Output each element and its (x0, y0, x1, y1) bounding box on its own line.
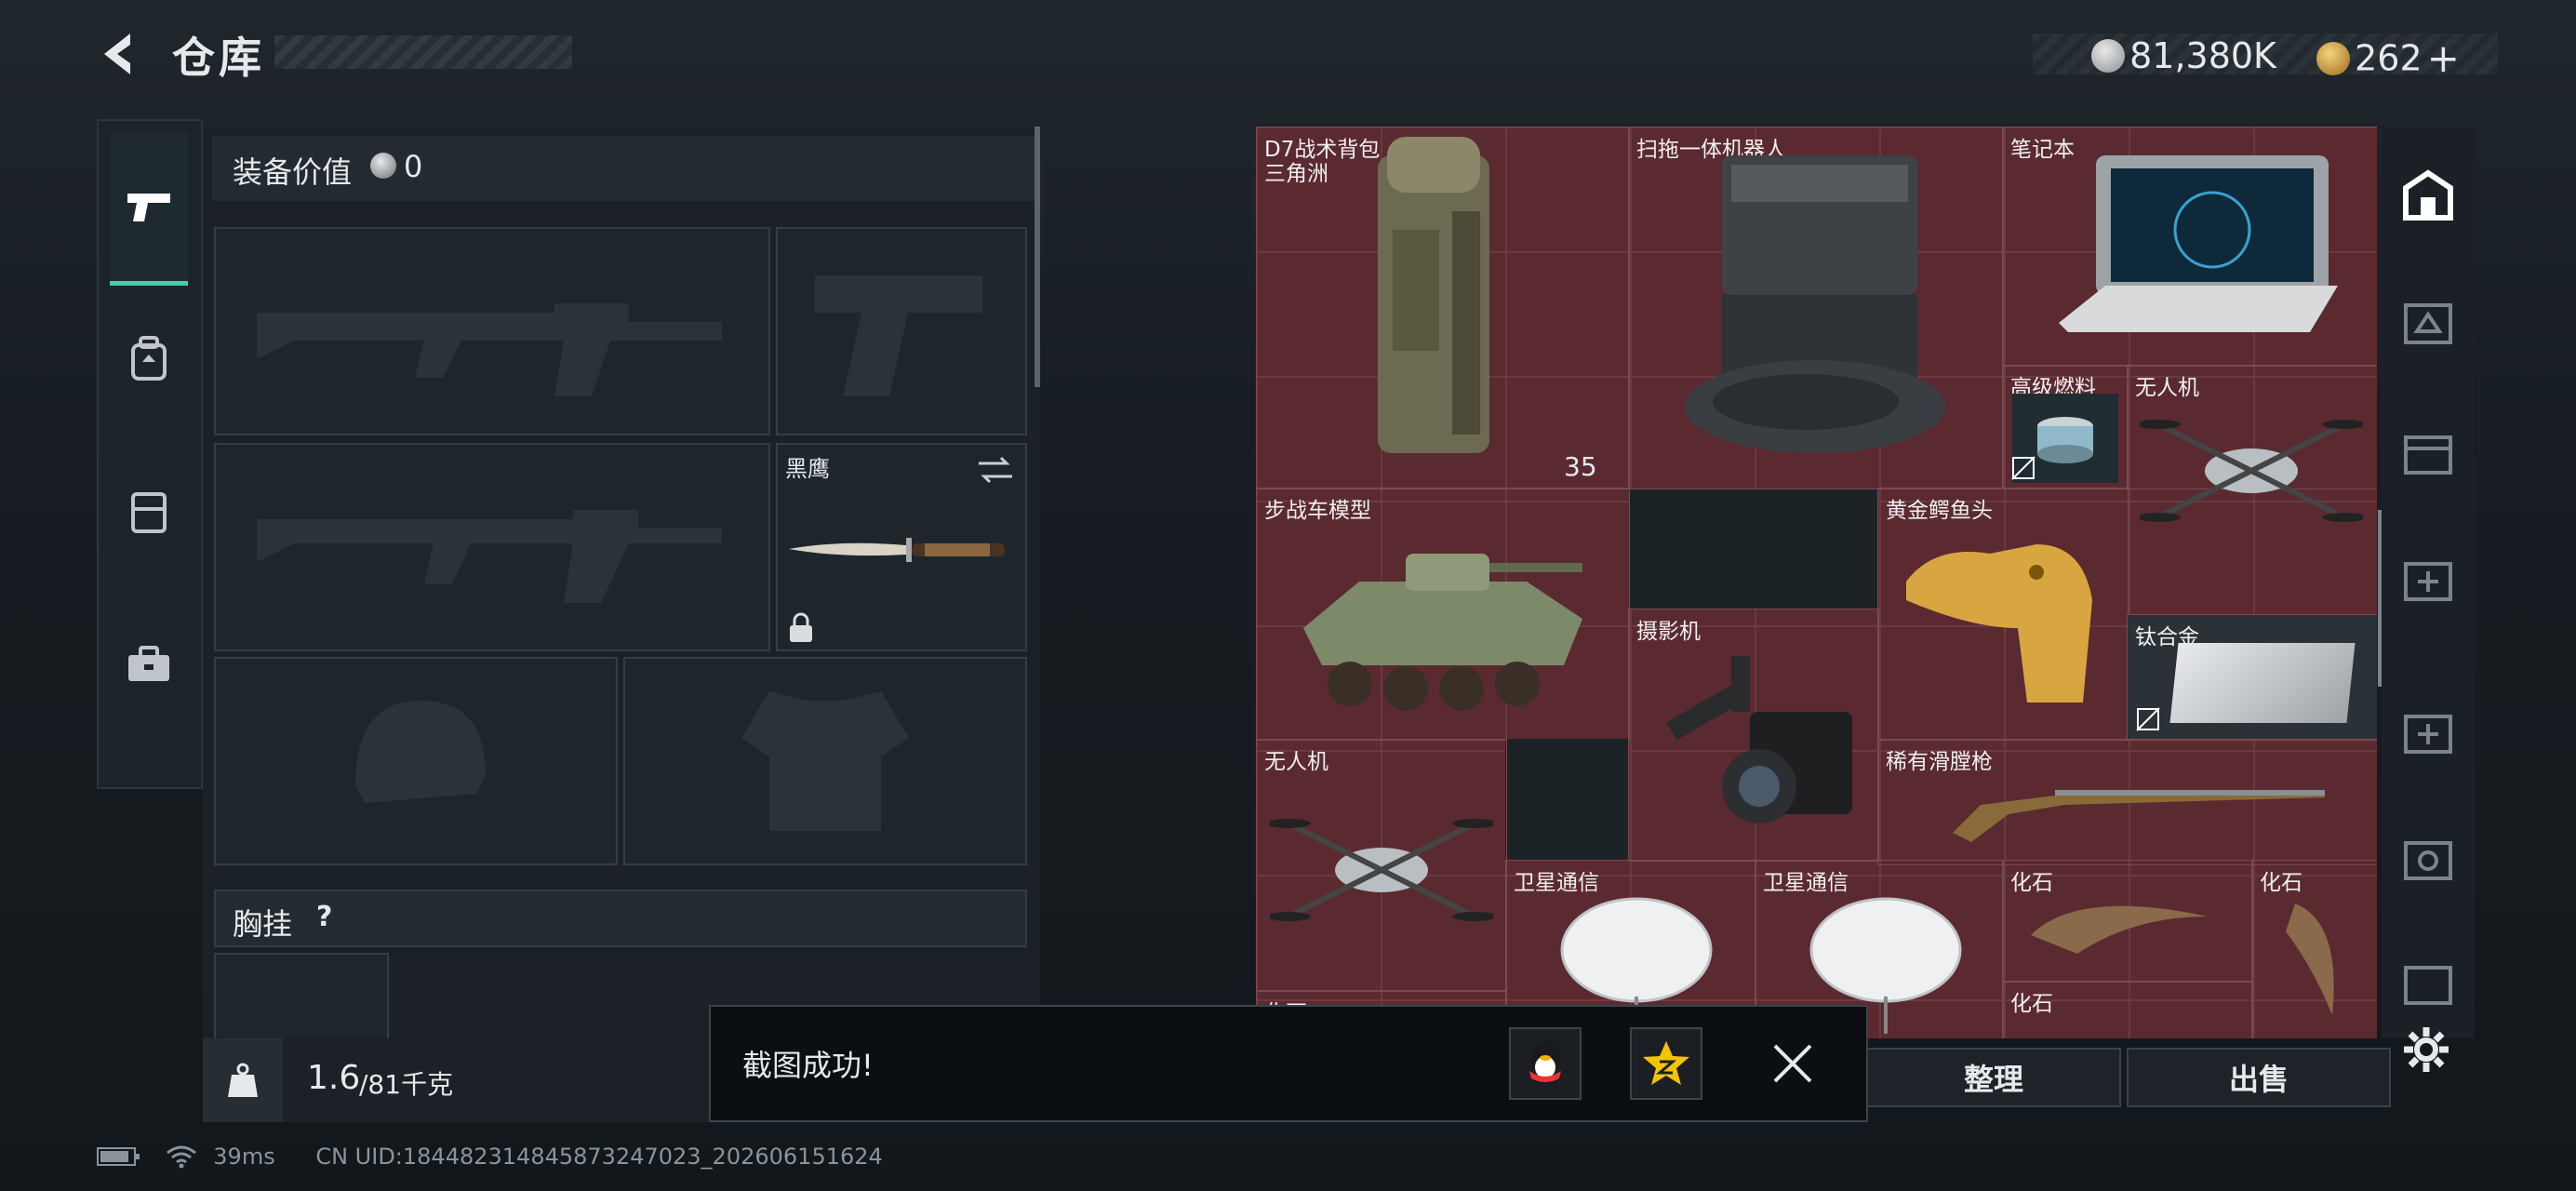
storage-tab-4d[interactable] (2391, 945, 2465, 1020)
secondary-weapon-slot[interactable] (214, 443, 770, 651)
sort-button[interactable]: 整理 (1866, 1048, 2121, 1107)
swap-icon[interactable] (975, 454, 1016, 486)
warehouse-icon (2403, 169, 2453, 221)
helmet-slot[interactable] (214, 657, 618, 865)
battery-icon (97, 1147, 140, 1166)
inventory-item[interactable]: 步战车模型 (1256, 488, 1630, 741)
gold-coin-icon (2316, 41, 2350, 75)
storage-tabs (2382, 127, 2475, 1038)
vest-icon (131, 492, 167, 533)
helmet-silhouette-icon (355, 701, 486, 803)
toolbox-icon (128, 646, 169, 681)
close-icon[interactable] (1771, 1042, 1814, 1085)
silver-coin-icon (370, 153, 396, 179)
inventory-item[interactable]: 化石 (2251, 860, 2377, 1038)
equipment-scrollbar[interactable] (1034, 127, 1040, 387)
laptop-icon (2059, 155, 2338, 332)
gold-currency[interactable]: 262 + (2316, 35, 2460, 81)
nav-weapons[interactable] (110, 132, 188, 286)
titanium-plate-icon (2169, 643, 2356, 723)
knife-icon (789, 538, 1005, 562)
inventory-item[interactable]: 化石 (2002, 981, 2253, 1038)
knife-slot[interactable]: 黑鹰 (776, 443, 1027, 651)
inventory-item[interactable]: 高级燃料 (2002, 365, 2129, 489)
chest-rig-slot[interactable] (214, 953, 389, 1040)
armor-silhouette-icon (741, 691, 909, 831)
share-qq-button[interactable] (1509, 1027, 1582, 1100)
fossil-claw-icon (2286, 903, 2334, 1015)
share-qzone-button[interactable] (1630, 1027, 1702, 1100)
backpack-icon (1378, 137, 1489, 453)
video-camera-icon (1666, 656, 1852, 823)
empty-slot (1630, 489, 1877, 609)
primary-weapon-slot[interactable] (214, 227, 770, 435)
screenshot-toast: 截图成功! (709, 1005, 1868, 1122)
storage-tab-5[interactable] (2391, 821, 2465, 895)
inventory-item[interactable]: 无人机 (1256, 739, 1507, 992)
container-icon (2404, 841, 2452, 880)
inventory-item[interactable]: 钛合金 (2127, 614, 2377, 741)
lock-icon (790, 612, 812, 642)
storage-tab-4c[interactable] (2391, 694, 2465, 769)
inventory-grid: D7战术背包 三角洲 35 扫拖一体机器人 笔记本 高级燃料 无人机 步战车模型… (1256, 127, 2377, 1038)
inventory-item[interactable]: 化石 (2002, 860, 2253, 983)
musket-icon (1953, 790, 2325, 842)
category-nav (97, 119, 203, 789)
settings-gear-icon[interactable] (2400, 1024, 2452, 1076)
drone-icon (1270, 819, 1493, 921)
equipment-value-bar: 装备价值 0 (212, 136, 1040, 201)
nav-items[interactable] (110, 590, 188, 739)
inventory-item[interactable]: 摄影机 (1628, 609, 1879, 862)
pistol-icon (127, 194, 170, 221)
drone-icon (2140, 420, 2363, 522)
inventory-item[interactable]: 黄金鳄鱼头 (1877, 488, 2129, 741)
storage-tab-3[interactable] (2391, 285, 2465, 359)
fuel-can-icon (2037, 417, 2093, 463)
storage-tab-4a[interactable] (2391, 415, 2465, 489)
inventory-item[interactable]: D7战术背包 三角洲 35 (1256, 127, 1630, 489)
silver-coin-icon (2091, 39, 2125, 73)
chest-rig-header: 胸挂 ? (214, 890, 1027, 947)
container-icon (2404, 303, 2452, 344)
armored-vehicle-icon (1303, 554, 1582, 711)
medkit-icon (2404, 562, 2452, 601)
inventory-item[interactable]: 扫拖一体机器人 (1628, 127, 2004, 489)
nav-armor[interactable] (110, 437, 188, 586)
container-icon (2404, 435, 2452, 475)
wifi-icon (166, 1145, 196, 1169)
inventory-item[interactable]: 稀有滑膛枪 (1877, 739, 2377, 865)
storage-tab-main[interactable] (2391, 158, 2465, 233)
backpack-icon (131, 336, 167, 381)
back-arrow-icon[interactable] (93, 26, 149, 82)
silver-currency: 81,380K (2091, 35, 2276, 76)
fossil-claw-icon (2031, 905, 2208, 954)
pistol-slot[interactable] (776, 227, 1027, 435)
robot-vacuum-icon (1685, 155, 1945, 453)
rifle-silhouette-icon (257, 303, 722, 396)
add-currency-icon[interactable]: + (2427, 35, 2460, 81)
armor-slot[interactable] (623, 657, 1027, 865)
pistol-silhouette-icon (815, 275, 982, 396)
empty-slot (1505, 739, 1628, 860)
container-icon (2404, 966, 2452, 1005)
nav-backpack[interactable] (110, 285, 188, 434)
help-icon[interactable]: ? (316, 901, 332, 933)
qzone-star-icon (1643, 1041, 1689, 1085)
qq-penguin-icon (1529, 1041, 1561, 1082)
item-count: 35 (1564, 451, 1597, 482)
status-bar: 39ms CN UID:18448231484587324702​3_20260… (97, 1143, 883, 1170)
title-decoration (274, 35, 572, 69)
no-trade-icon (2011, 456, 2035, 480)
sell-button[interactable]: 出售 (2127, 1048, 2391, 1107)
weight-icon (228, 1063, 258, 1097)
storage-tab-4b[interactable] (2391, 542, 2465, 616)
golden-crocodile-head-icon (1906, 544, 2092, 703)
inventory-item[interactable]: 笔记本 (2002, 127, 2377, 367)
rifle-silhouette-icon (257, 510, 722, 603)
medkit-icon (2404, 715, 2452, 754)
no-trade-icon (2136, 707, 2160, 731)
page-title: 仓库 (172, 33, 265, 83)
